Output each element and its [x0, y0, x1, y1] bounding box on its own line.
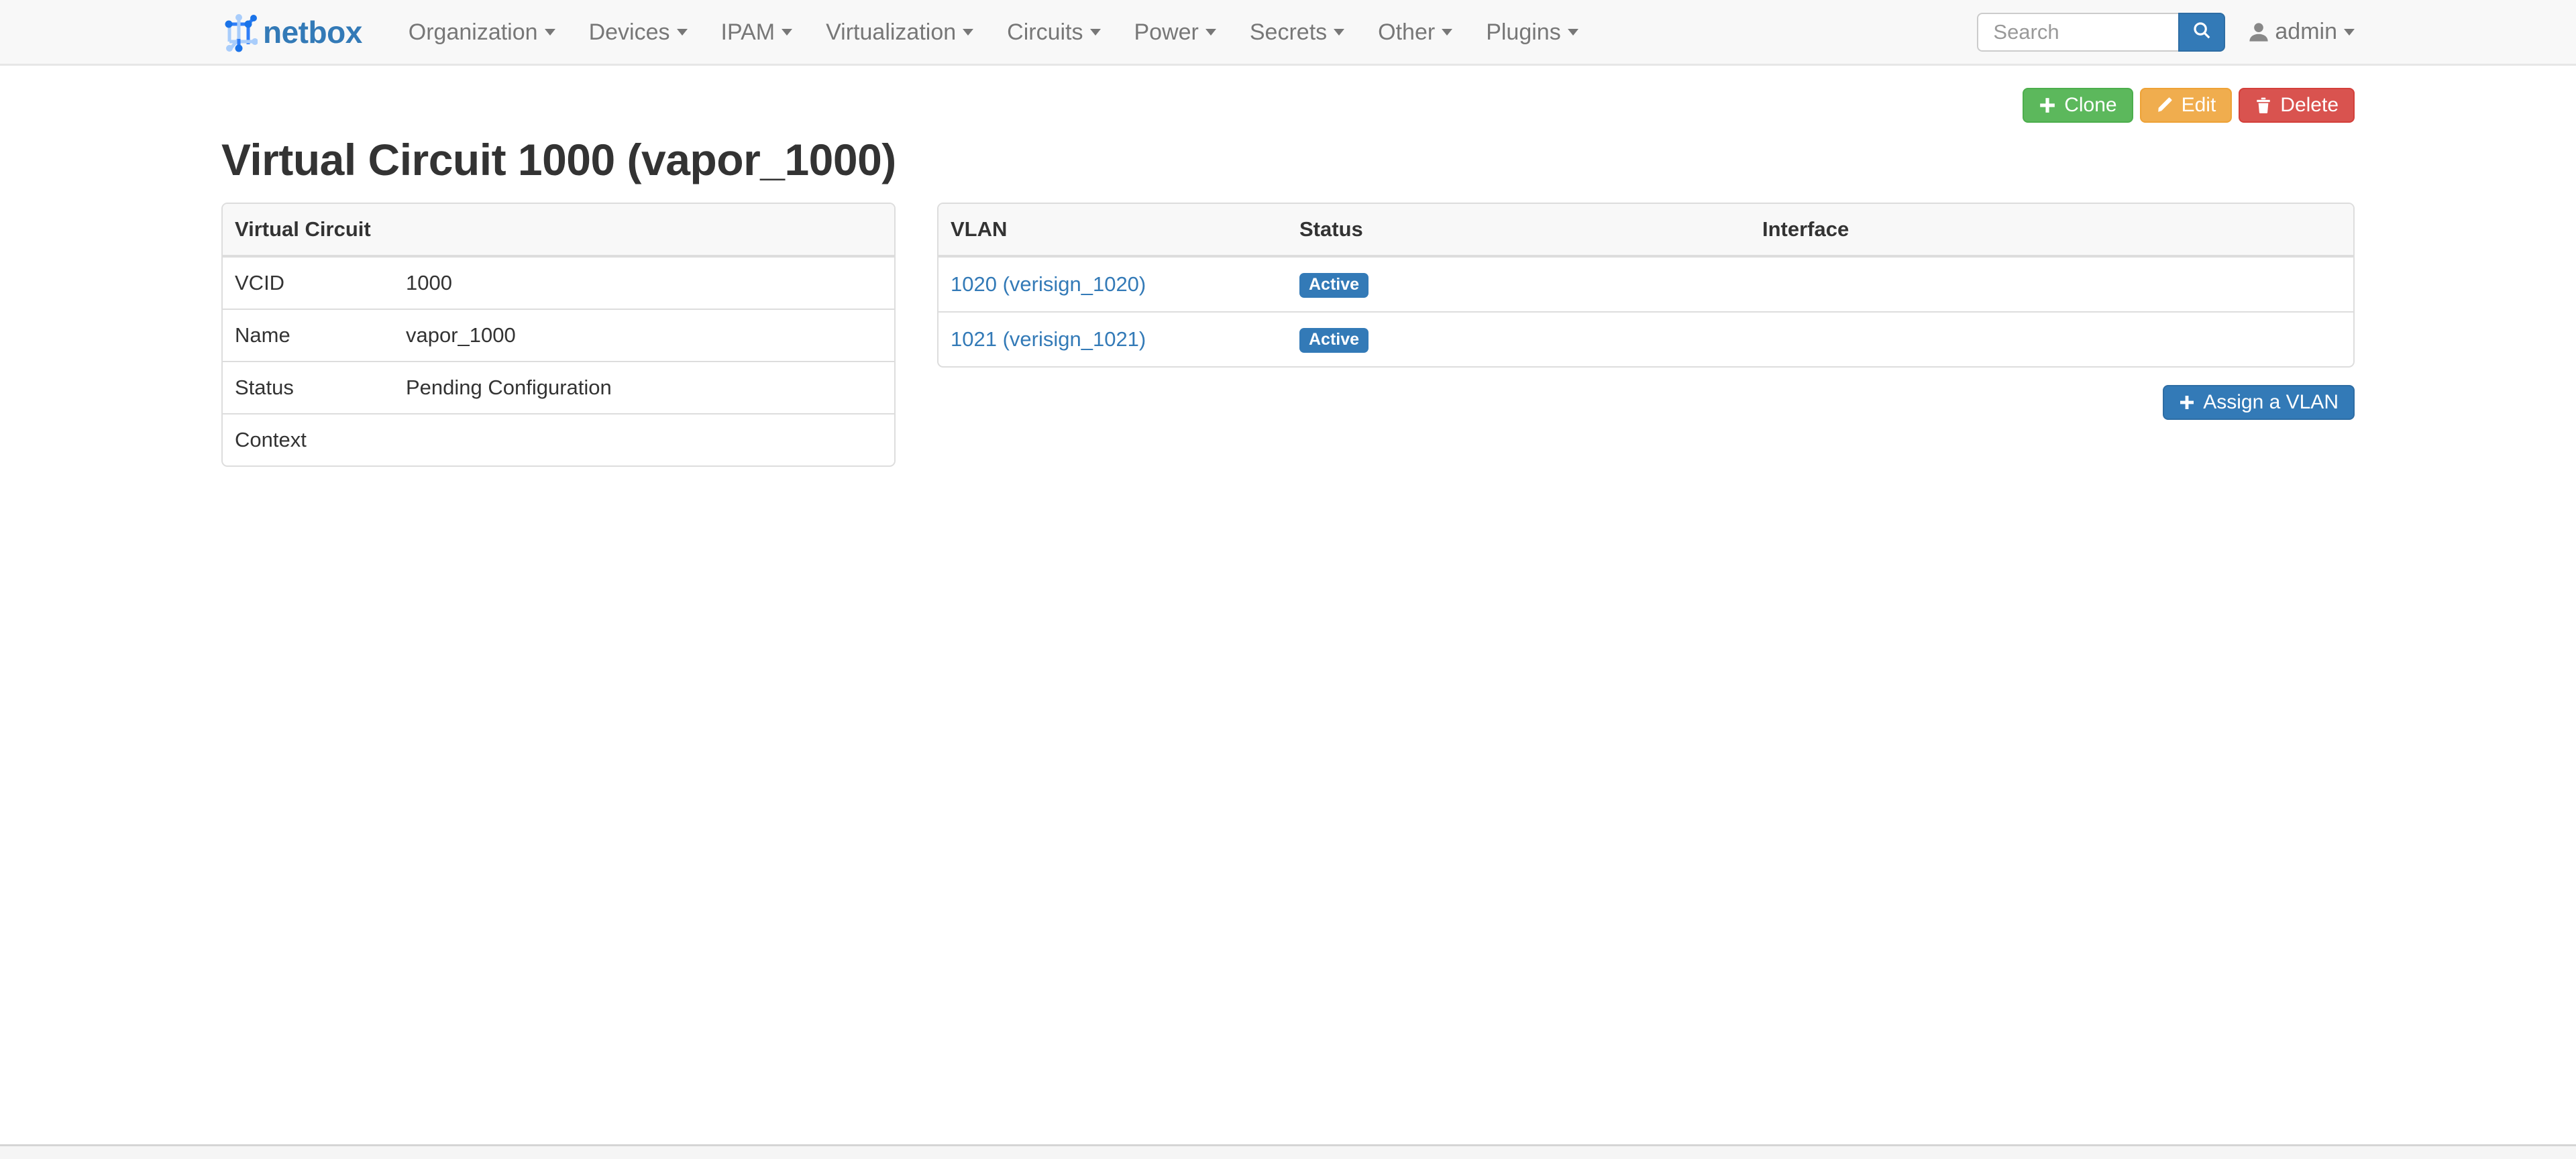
nav-item-ipam[interactable]: IPAM	[704, 0, 810, 65]
status-cell: Active	[1287, 256, 1750, 312]
delete-button-label: Delete	[2280, 94, 2339, 117]
plus-icon	[2039, 97, 2056, 114]
table-row: Status Pending Configuration	[223, 362, 894, 414]
object-action-bar: Clone Edit Delete	[221, 66, 2355, 123]
nav-item-devices[interactable]: Devices	[572, 0, 704, 65]
status-badge: Active	[1299, 328, 1368, 353]
clone-button[interactable]: Clone	[2023, 88, 2133, 123]
user-icon	[2249, 22, 2268, 42]
table-row: VCID 1000	[223, 256, 894, 309]
interface-cell	[1750, 256, 2353, 312]
status-cell: Active	[1287, 312, 1750, 366]
table-row: 1021 (verisign_1021) Active	[938, 312, 2353, 366]
nav-item-label: Power	[1134, 19, 1199, 45]
user-menu[interactable]: admin	[2249, 19, 2355, 45]
attribute-label-status: Status	[223, 362, 394, 414]
delete-button[interactable]: Delete	[2239, 88, 2355, 123]
status-badge: Active	[1299, 273, 1368, 298]
attribute-value-name: vapor_1000	[394, 309, 894, 362]
vlan-table: VLAN Status Interface 1020 (verisign_102…	[938, 204, 2353, 366]
assign-vlan-button[interactable]: Assign a VLAN	[2163, 385, 2355, 420]
chevron-down-icon	[963, 29, 973, 36]
attribute-label-vcid: VCID	[223, 256, 394, 309]
netbox-logo-icon	[221, 12, 258, 52]
table-row: 1020 (verisign_1020) Active	[938, 256, 2353, 312]
nav-item-secrets[interactable]: Secrets	[1233, 0, 1361, 65]
top-navbar: netbox Organization Devices IPAM Virtual…	[0, 0, 2576, 66]
nav-item-label: Organization	[409, 19, 538, 45]
nav-item-label: Other	[1378, 19, 1435, 45]
nav-item-plugins[interactable]: Plugins	[1469, 0, 1595, 65]
assign-vlan-button-label: Assign a VLAN	[2203, 391, 2339, 414]
column-header-interface[interactable]: Interface	[1750, 204, 2353, 256]
chevron-down-icon	[2344, 29, 2355, 36]
brand-link[interactable]: netbox	[221, 12, 362, 52]
virtual-circuit-table: Virtual Circuit VCID 1000 Name vapor_100…	[223, 204, 894, 465]
chevron-down-icon	[1442, 29, 1452, 36]
chevron-down-icon	[1205, 29, 1216, 36]
chevron-down-icon	[677, 29, 688, 36]
search-group	[1977, 13, 2225, 52]
attribute-label-context: Context	[223, 414, 394, 465]
vlan-link[interactable]: 1021 (verisign_1021)	[951, 327, 1146, 351]
nav-item-label: Secrets	[1250, 19, 1327, 45]
edit-button[interactable]: Edit	[2140, 88, 2233, 123]
chevron-down-icon	[782, 29, 792, 36]
navbar-right: admin	[1977, 13, 2355, 52]
vlan-cell: 1021 (verisign_1021)	[938, 312, 1287, 366]
nav-item-label: Devices	[589, 19, 670, 45]
nav-items: Organization Devices IPAM Virtualization…	[392, 0, 1595, 65]
chevron-down-icon	[1334, 29, 1344, 36]
nav-item-label: IPAM	[721, 19, 775, 45]
nav-item-other[interactable]: Other	[1361, 0, 1469, 65]
vlan-link[interactable]: 1020 (verisign_1020)	[951, 272, 1146, 296]
nav-item-label: Circuits	[1007, 19, 1083, 45]
clone-button-label: Clone	[2064, 94, 2116, 117]
search-submit-button[interactable]	[2178, 13, 2225, 52]
vlan-column: VLAN Status Interface 1020 (verisign_102…	[937, 203, 2355, 420]
detail-row: Virtual Circuit VCID 1000 Name vapor_100…	[221, 203, 2355, 467]
vlan-panel: VLAN Status Interface 1020 (verisign_102…	[937, 203, 2355, 368]
user-menu-label: admin	[2275, 19, 2337, 45]
attribute-label-name: Name	[223, 309, 394, 362]
nav-item-power[interactable]: Power	[1118, 0, 1233, 65]
table-row: Context	[223, 414, 894, 465]
vlan-cell: 1020 (verisign_1020)	[938, 256, 1287, 312]
virtual-circuit-panel: Virtual Circuit VCID 1000 Name vapor_100…	[221, 203, 896, 467]
attribute-value-status: Pending Configuration	[394, 362, 894, 414]
chevron-down-icon	[1568, 29, 1578, 36]
attribute-value-vcid: 1000	[394, 256, 894, 309]
brand-name: netbox	[263, 17, 362, 48]
nav-item-label: Virtualization	[826, 19, 956, 45]
nav-item-organization[interactable]: Organization	[392, 0, 572, 65]
panel-header: Virtual Circuit	[223, 204, 894, 256]
table-row: Name vapor_1000	[223, 309, 894, 362]
vlan-actions: Assign a VLAN	[937, 368, 2355, 420]
nav-item-virtualization[interactable]: Virtualization	[809, 0, 990, 65]
attribute-value-context	[394, 414, 894, 465]
table-header-row: VLAN Status Interface	[938, 204, 2353, 256]
page-content: Clone Edit Delete Virtual Circuit 1000 (…	[0, 66, 2576, 1079]
trash-icon	[2255, 97, 2272, 114]
search-input[interactable]	[1977, 13, 2178, 52]
virtual-circuit-column: Virtual Circuit VCID 1000 Name vapor_100…	[221, 203, 896, 467]
pencil-icon	[2156, 97, 2174, 114]
table-header-row: Virtual Circuit	[223, 204, 894, 256]
interface-cell	[1750, 312, 2353, 366]
column-header-status[interactable]: Status	[1287, 204, 1750, 256]
plus-icon	[2179, 394, 2195, 410]
nav-item-label: Plugins	[1486, 19, 1561, 45]
page-footer: 1d00bfe6dfc0 (v2.8.5) 2020-06-17 21:20:0…	[0, 1144, 2576, 1159]
column-header-vlan[interactable]: VLAN	[938, 204, 1287, 256]
nav-item-circuits[interactable]: Circuits	[990, 0, 1117, 65]
chevron-down-icon	[545, 29, 555, 36]
chevron-down-icon	[1090, 29, 1101, 36]
page-title: Virtual Circuit 1000 (vapor_1000)	[221, 135, 2355, 184]
edit-button-label: Edit	[2182, 94, 2216, 117]
search-icon	[2192, 20, 2212, 44]
